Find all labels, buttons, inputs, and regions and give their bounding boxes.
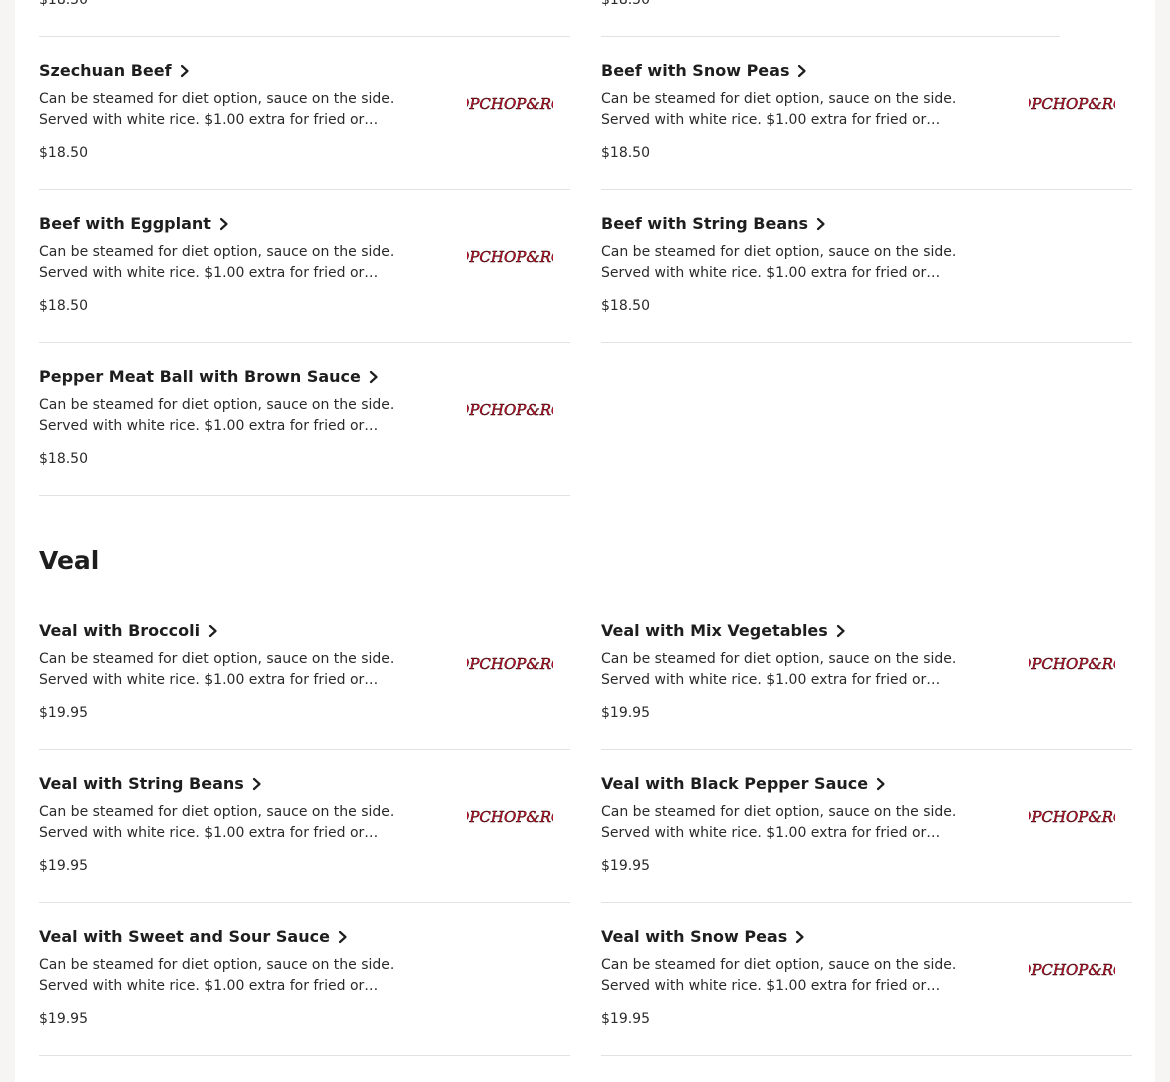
svg-text:STOPCHOP&ROLL: STOPCHOP&ROLL	[1029, 961, 1115, 979]
item-name: Beef with Snow Peas	[601, 61, 790, 80]
item-name-link[interactable]: Szechuan Beef	[39, 61, 192, 80]
menu-item[interactable]: $18.50	[39, 0, 570, 37]
stop-chop-roll-logo: STOPCHOP&ROLL	[467, 808, 553, 827]
stop-chop-roll-logo: STOPCHOP&ROLL	[1029, 95, 1115, 114]
section-title-veal: Veal	[39, 546, 100, 575]
menu-item[interactable]: Veal with Black Pepper Sauce Can be stea…	[601, 750, 1132, 903]
item-name: Pepper Meat Ball with Brown Sauce	[39, 367, 361, 386]
item-name: Veal with String Beans	[39, 774, 244, 793]
item-name-link[interactable]: Veal with Mix Vegetables	[601, 621, 848, 640]
menu-item[interactable]: Veal with Snow Peas Can be steamed for d…	[601, 903, 1132, 1056]
item-name: Beef with Eggplant	[39, 214, 211, 233]
menu-item[interactable]: Veal with Mix Vegetables Can be steamed …	[601, 597, 1132, 750]
item-name: Veal with Black Pepper Sauce	[601, 774, 869, 793]
item-description: Can be steamed for diet option, sauce on…	[601, 91, 957, 128]
menu-item[interactable]: Beef with Snow Peas Can be steamed for d…	[601, 37, 1132, 190]
chevron-right-icon	[250, 777, 264, 791]
item-name-link[interactable]: Beef with String Beans	[601, 214, 828, 233]
item-description: Can be steamed for diet option, sauce on…	[39, 957, 395, 994]
item-name: Szechuan Beef	[39, 61, 172, 80]
item-price: $19.95	[601, 705, 650, 721]
item-price: $19.95	[39, 705, 88, 721]
menu-item[interactable]: Beef with String Beans Can be steamed fo…	[601, 190, 1132, 343]
item-name-link[interactable]: Pepper Meat Ball with Brown Sauce	[39, 367, 381, 386]
stop-chop-roll-logo: STOPCHOP&ROLL	[1029, 961, 1115, 980]
chevron-right-icon	[367, 370, 381, 384]
chevron-right-icon	[336, 930, 350, 944]
item-name: Veal with Broccoli	[39, 621, 201, 640]
chevron-right-icon	[217, 217, 231, 231]
stop-chop-roll-logo: STOPCHOP&ROLL	[1029, 655, 1115, 674]
item-price: $18.50	[601, 0, 650, 8]
item-price: $18.50	[39, 145, 88, 161]
item-price: $18.50	[39, 451, 88, 467]
item-name: Veal with Snow Peas	[601, 927, 788, 946]
item-description: Can be steamed for diet option, sauce on…	[39, 91, 395, 128]
item-price: $18.50	[601, 298, 650, 314]
item-name: Veal with Sweet and Sour Sauce	[39, 927, 330, 946]
item-description: Can be steamed for diet option, sauce on…	[39, 804, 395, 841]
chevron-right-icon	[814, 217, 828, 231]
item-description: Can be steamed for diet option, sauce on…	[39, 244, 395, 281]
item-name-link[interactable]: Veal with Black Pepper Sauce	[601, 774, 888, 793]
item-price: $19.95	[39, 1011, 88, 1027]
menu-page: $18.50 $18.50 Szechuan Beef Can be steam…	[15, 0, 1155, 1082]
item-name-link[interactable]: Veal with Snow Peas	[601, 927, 807, 946]
chevron-right-icon	[834, 624, 848, 638]
chevron-right-icon	[874, 777, 888, 791]
svg-text:STOPCHOP&ROLL: STOPCHOP&ROLL	[467, 655, 553, 673]
item-description: Can be steamed for diet option, sauce on…	[39, 651, 395, 688]
stop-chop-roll-logo: STOPCHOP&ROLL	[467, 655, 553, 674]
item-name-link[interactable]: Veal with Broccoli	[39, 621, 220, 640]
chevron-right-icon	[793, 930, 807, 944]
item-name: Beef with String Beans	[601, 214, 809, 233]
item-price: $19.95	[601, 858, 650, 874]
chevron-right-icon	[206, 624, 220, 638]
menu-item[interactable]: Veal with Broccoli Can be steamed for di…	[39, 597, 570, 750]
menu-item[interactable]: Pepper Meat Ball with Brown Sauce Can be…	[39, 343, 570, 496]
item-price: $19.95	[601, 1011, 650, 1027]
svg-text:STOPCHOP&ROLL: STOPCHOP&ROLL	[467, 401, 553, 419]
item-name-link[interactable]: Veal with Sweet and Sour Sauce	[39, 927, 350, 946]
svg-text:STOPCHOP&ROLL: STOPCHOP&ROLL	[467, 248, 553, 266]
svg-text:STOPCHOP&ROLL: STOPCHOP&ROLL	[467, 808, 553, 826]
chevron-right-icon	[178, 64, 192, 78]
menu-item[interactable]: Szechuan Beef Can be steamed for diet op…	[39, 37, 570, 190]
item-name-link[interactable]: Veal with String Beans	[39, 774, 264, 793]
stop-chop-roll-logo: STOPCHOP&ROLL	[467, 401, 553, 420]
stop-chop-roll-logo: STOPCHOP&ROLL	[467, 95, 553, 114]
svg-text:STOPCHOP&ROLL: STOPCHOP&ROLL	[467, 95, 553, 113]
stop-chop-roll-logo: STOPCHOP&ROLL	[467, 248, 553, 267]
item-name-link[interactable]: Beef with Eggplant	[39, 214, 231, 233]
item-description: Can be steamed for diet option, sauce on…	[601, 651, 957, 688]
menu-item[interactable]: Veal with Sweet and Sour Sauce Can be st…	[39, 903, 570, 1056]
item-name-link[interactable]: Beef with Snow Peas	[601, 61, 809, 80]
menu-item[interactable]: Beef with Eggplant Can be steamed for di…	[39, 190, 570, 343]
chevron-right-icon	[795, 64, 809, 78]
item-name: Veal with Mix Vegetables	[601, 621, 828, 640]
stop-chop-roll-logo: STOPCHOP&ROLL	[1029, 808, 1115, 827]
svg-text:STOPCHOP&ROLL: STOPCHOP&ROLL	[1029, 655, 1115, 673]
menu-item[interactable]: $18.50	[601, 0, 1060, 37]
item-price: $18.50	[601, 145, 650, 161]
item-description: Can be steamed for diet option, sauce on…	[601, 957, 957, 994]
menu-item[interactable]: Veal with String Beans Can be steamed fo…	[39, 750, 570, 903]
item-price: $18.50	[39, 0, 88, 8]
item-description: Can be steamed for diet option, sauce on…	[601, 244, 957, 281]
item-description: Can be steamed for diet option, sauce on…	[39, 397, 395, 434]
item-price: $19.95	[39, 858, 88, 874]
item-price: $18.50	[39, 298, 88, 314]
svg-text:STOPCHOP&ROLL: STOPCHOP&ROLL	[1029, 808, 1115, 826]
item-description: Can be steamed for diet option, sauce on…	[601, 804, 957, 841]
svg-text:STOPCHOP&ROLL: STOPCHOP&ROLL	[1029, 95, 1115, 113]
